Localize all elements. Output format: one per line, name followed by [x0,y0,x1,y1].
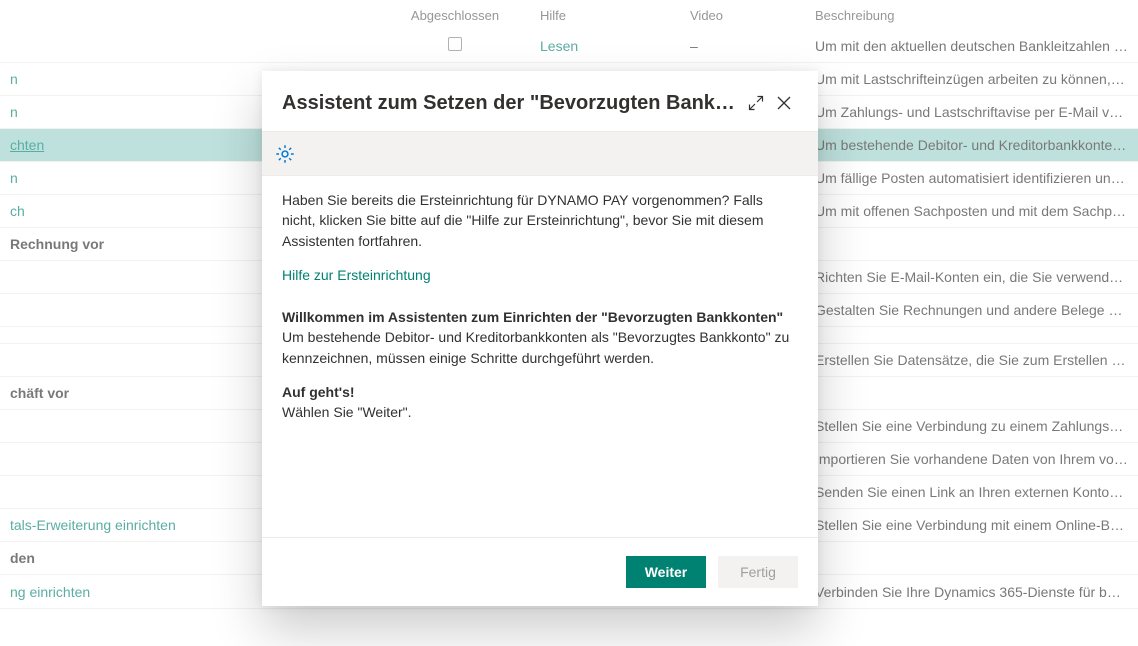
welcome-body: Um bestehende Debitor- und Kreditorbankk… [282,329,789,365]
next-button[interactable]: Weiter [626,556,706,588]
modal-body: Haben Sie bereits die Ersteinrichtung fü… [262,176,818,537]
modal-title: Assistent zum Setzen der "Bevorzugten Ba… [282,92,742,115]
lets-go-title: Auf geht's! [282,384,355,400]
close-button[interactable] [770,89,798,117]
finish-button: Fertig [718,556,798,588]
expand-button[interactable] [742,89,770,117]
modal-intro-text: Haben Sie bereits die Ersteinrichtung fü… [282,190,798,251]
modal-iconbar [262,132,818,176]
modal-header: Assistent zum Setzen der "Bevorzugten Ba… [262,71,818,132]
lets-go-body: Wählen Sie "Weiter". [282,404,412,420]
modal-footer: Weiter Fertig [262,537,818,606]
gear-icon [274,143,296,165]
welcome-title: Willkommen im Assistenten zum Einrichten… [282,309,783,325]
wizard-modal: Assistent zum Setzen der "Bevorzugten Ba… [262,71,818,606]
first-setup-help-link[interactable]: Hilfe zur Ersteinrichtung [282,265,431,285]
